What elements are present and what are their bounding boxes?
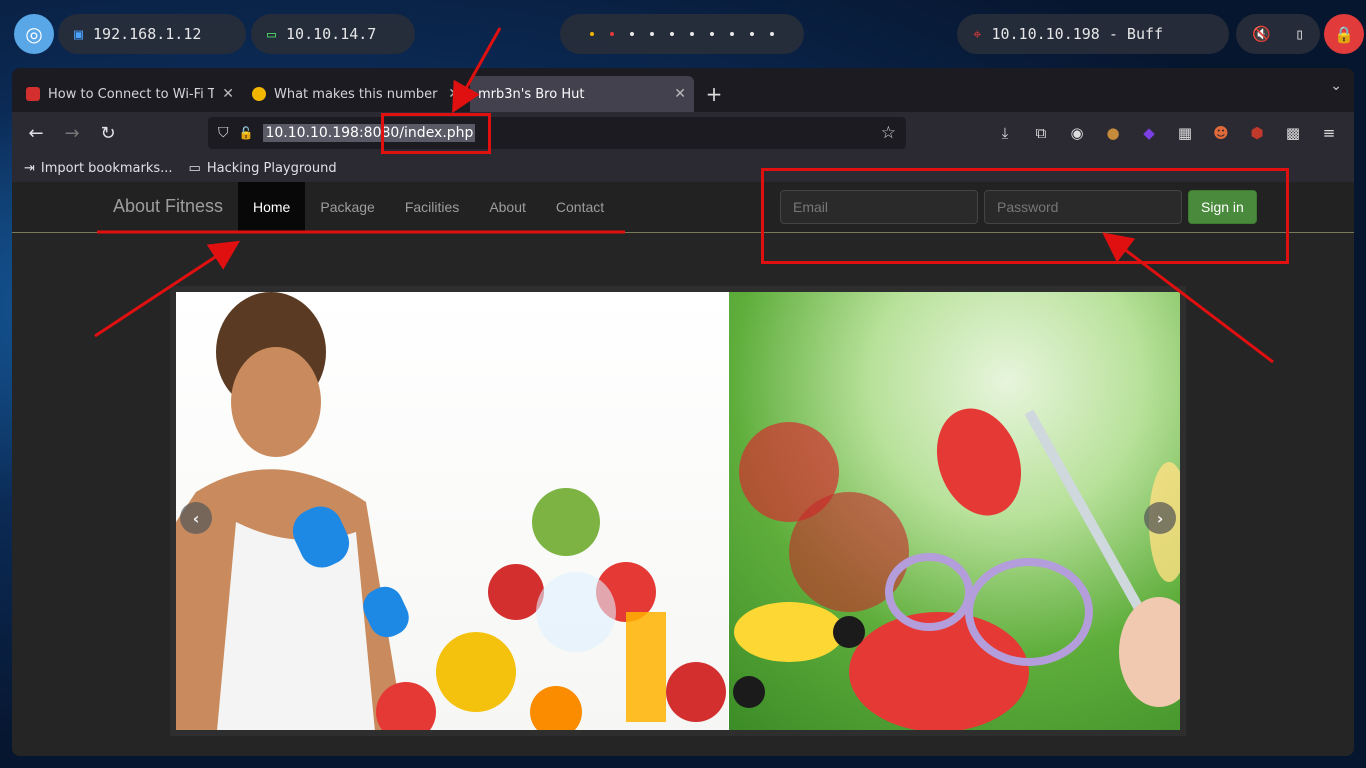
- workspace-dot[interactable]: [770, 32, 774, 36]
- local-ip-text: 192.168.1.12: [93, 25, 202, 43]
- lock-icon: 🔒: [1334, 24, 1354, 44]
- address-bar[interactable]: ⛉ 🔓 10.10.10.198:8080/index.php ☆: [208, 117, 906, 149]
- salad-illustration: [733, 408, 1180, 730]
- workspace-dot[interactable]: [610, 32, 614, 36]
- salad-image: [729, 292, 1180, 730]
- arrow-left-icon: ←: [28, 122, 44, 144]
- target-text: 10.10.10.198 - Buff: [991, 25, 1164, 43]
- vpn-ip-pill[interactable]: ▭ 10.10.14.7: [251, 14, 415, 54]
- qr-code-icon[interactable]: ▩: [1280, 117, 1306, 149]
- hacktools-icon[interactable]: ▦: [1172, 117, 1198, 149]
- system-tray-pill[interactable]: 🔇 ▯: [1236, 14, 1320, 54]
- menu-link-about[interactable]: About: [474, 182, 541, 232]
- network-icon: ▣: [74, 25, 84, 43]
- new-tab-button[interactable]: +: [696, 76, 732, 112]
- muted-speaker-icon[interactable]: 🔇: [1252, 25, 1271, 43]
- profile-extension-icon[interactable]: ☻: [1208, 117, 1234, 149]
- bookmark-star-icon[interactable]: ☆: [881, 123, 896, 143]
- workspace-dot[interactable]: [710, 32, 714, 36]
- insecure-lock-icon: 🔓: [238, 126, 254, 140]
- local-ip-pill[interactable]: ▣ 192.168.1.12: [58, 14, 246, 54]
- extensions-puzzle-icon[interactable]: ⧉: [1028, 117, 1054, 149]
- hamburger-menu-icon[interactable]: ≡: [1316, 117, 1342, 149]
- fitness-illustration: [176, 292, 726, 730]
- site-menu: Home Package Facilities About Contact: [238, 182, 619, 232]
- laptop-icon: ▭: [267, 25, 277, 43]
- workspace-dot[interactable]: [650, 32, 654, 36]
- fitness-woman-image: [176, 292, 728, 730]
- target-pill[interactable]: ⌖ 10.10.10.198 - Buff: [957, 14, 1229, 54]
- workspace-dots: [590, 32, 774, 36]
- workspace-dot[interactable]: [750, 32, 754, 36]
- favicon-icon: [252, 87, 266, 101]
- login-highlight-box: [761, 168, 1289, 264]
- tab-bro-hut[interactable]: mrb3n's Bro Hut ✕: [470, 76, 694, 112]
- import-bookmarks-item[interactable]: ⇥ Import bookmarks...: [24, 161, 173, 176]
- chevron-down-icon: ⌄: [1330, 78, 1342, 94]
- site-brand-link[interactable]: About Fitness: [113, 196, 223, 217]
- tab-bar: How to Connect to Wi-Fi Th ✕ What makes …: [12, 68, 1354, 112]
- folder-icon: ▭: [188, 160, 201, 176]
- chevron-left-icon: ‹: [192, 508, 200, 528]
- tab-title: How to Connect to Wi-Fi Th: [48, 86, 215, 102]
- bookmark-label: Hacking Playground: [206, 160, 337, 176]
- workspace-dot[interactable]: [630, 32, 634, 36]
- ublock-origin-icon[interactable]: ⬢: [1244, 117, 1270, 149]
- navigation-toolbar: ← → ↻ ⛉ 🔓 10.10.10.198:8080/index.php ☆ …: [12, 112, 1354, 154]
- wappalyzer-icon[interactable]: ◆: [1136, 117, 1162, 149]
- workspace-dot[interactable]: [670, 32, 674, 36]
- menu-link-package[interactable]: Package: [305, 182, 389, 232]
- forward-button[interactable]: →: [54, 117, 90, 149]
- bookmark-folder-hacking-playground[interactable]: ▭ Hacking Playground: [189, 161, 337, 176]
- vpn-ip-text: 10.10.14.7: [286, 25, 377, 43]
- back-button[interactable]: ←: [18, 117, 54, 149]
- crosshair-icon: ⌖: [973, 25, 982, 43]
- shield-icon: ⛉: [218, 125, 229, 141]
- tab-title: mrb3n's Bro Hut: [478, 86, 585, 102]
- favicon-icon: [26, 87, 40, 101]
- hero-carousel: ‹ ›: [170, 286, 1186, 736]
- debian-swirl-icon: ◎: [25, 22, 43, 46]
- carousel-next-button[interactable]: ›: [1144, 502, 1176, 534]
- desktop-top-bar: ◎ ▣ 192.168.1.12 ▭ 10.10.14.7 ⌖ 10.10.10…: [0, 0, 1366, 70]
- menu-link-home[interactable]: Home: [238, 182, 306, 232]
- close-icon[interactable]: ✕: [222, 86, 234, 102]
- cookie-editor-icon[interactable]: ●: [1100, 117, 1126, 149]
- workspace-dot[interactable]: [690, 32, 694, 36]
- web-page: About Fitness Home Package Facilities Ab…: [12, 182, 1354, 756]
- arrow-right-icon: →: [64, 122, 80, 144]
- menu-link-contact[interactable]: Contact: [541, 182, 619, 232]
- os-menu-button[interactable]: ◎: [14, 14, 54, 54]
- tab-wifi-article[interactable]: How to Connect to Wi-Fi Th ✕: [18, 76, 242, 112]
- lock-screen-button[interactable]: 🔒: [1324, 14, 1364, 54]
- workspaces-pill[interactable]: [560, 14, 804, 54]
- plus-icon: +: [705, 82, 723, 106]
- downloads-icon[interactable]: ⤓: [992, 117, 1018, 149]
- reload-button[interactable]: ↻: [90, 117, 126, 149]
- bookmark-label: Import bookmarks...: [40, 160, 173, 176]
- list-all-tabs-button[interactable]: ⌄: [1330, 78, 1342, 94]
- extensions-toolbar: ⤓ ⧉ ◉ ● ◆ ▦ ☻ ⬢ ▩ ≡: [992, 117, 1342, 149]
- tab-number-article[interactable]: What makes this number s ✕: [244, 76, 468, 112]
- carousel-prev-button[interactable]: ‹: [180, 502, 212, 534]
- close-icon[interactable]: ✕: [448, 86, 460, 102]
- import-icon: ⇥: [24, 160, 35, 176]
- tab-title: What makes this number s: [274, 86, 441, 102]
- workspace-dot[interactable]: [730, 32, 734, 36]
- menu-link-facilities[interactable]: Facilities: [390, 182, 474, 232]
- chevron-right-icon: ›: [1156, 508, 1164, 528]
- reload-icon: ↻: [100, 122, 116, 144]
- battery-icon[interactable]: ▯: [1295, 25, 1304, 43]
- close-icon[interactable]: ✕: [674, 86, 686, 102]
- url-host: 10.10.10.198:8080: [265, 125, 400, 141]
- workspace-dot[interactable]: [590, 32, 594, 36]
- foxyproxy-icon[interactable]: ◉: [1064, 117, 1090, 149]
- url-highlight-box: [381, 113, 491, 154]
